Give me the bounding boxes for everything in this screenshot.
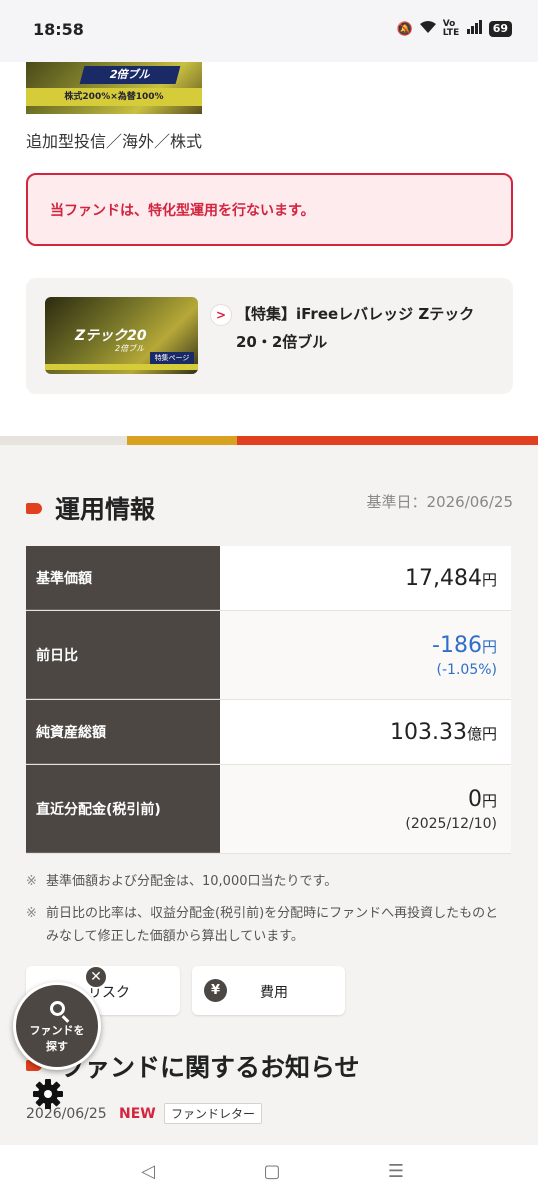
table-row: 直近分配金(税引前) 0円 (2025/12/10): [26, 765, 511, 854]
thumbnail-title: Zテック20: [75, 328, 147, 344]
close-icon[interactable]: ✕: [84, 965, 108, 989]
fab-label-line1: ファンドを: [29, 1024, 85, 1037]
notice-box: 当ファンドは、特化型運用を行ないます。: [26, 173, 513, 246]
section-marker-icon: [26, 503, 42, 514]
mute-icon: 🔕: [396, 21, 413, 37]
row-value: -186円: [432, 632, 497, 658]
status-time: 18:58: [33, 20, 84, 39]
row-label: 直近分配金(税引前): [26, 765, 220, 853]
news-category-tag[interactable]: ファンドレター: [164, 1103, 263, 1124]
cost-label: 費用: [260, 985, 288, 1001]
fund-category: 追加型投信／海外／株式: [26, 132, 203, 151]
wifi-icon: [419, 20, 437, 38]
signal-icon: [466, 20, 483, 38]
footnote: ※ 基準価額および分配金は、10,000口当たりです。: [26, 874, 338, 889]
feature-thumbnail: Zテック20 2倍ブル 特集ページ: [45, 297, 198, 374]
status-icons: 🔕 Vo LTE 69: [396, 19, 512, 38]
banner-subtitle: 株式200%×為替100%: [26, 88, 202, 106]
battery-icon: 69: [488, 21, 512, 37]
new-badge: NEW: [119, 1106, 156, 1122]
back-icon[interactable]: ◁: [136, 1161, 160, 1183]
fund-banner-image: 2倍ブル 株式200%×為替100%: [26, 62, 202, 114]
thumbnail-tag: 特集ページ: [150, 352, 194, 364]
volte-label: Vo LTE: [442, 19, 460, 38]
feature-link-card[interactable]: Zテック20 2倍ブル 特集ページ > 【特集】iFreeレバレッジ Zテック2…: [26, 278, 513, 394]
row-value: 103.33億円: [390, 719, 497, 745]
banner-badge: 2倍ブル: [79, 66, 181, 84]
footnote: ※ 前日比の比率は、収益分配金(税引前)を分配時にファンドへ再投資したものとみな…: [26, 906, 499, 944]
row-value: 17,484円: [405, 565, 497, 591]
recents-icon[interactable]: ☰: [384, 1161, 408, 1183]
fund-search-fab[interactable]: ファンドを 探す: [13, 982, 101, 1070]
table-row: 基準価額 17,484円: [26, 546, 511, 611]
notice-text: 当ファンドは、特化型運用を行ないます。: [50, 203, 315, 219]
yen-icon: ¥: [204, 979, 227, 1002]
fab-label-line2: 探す: [46, 1040, 68, 1053]
row-label: 前日比: [26, 611, 220, 699]
operation-info-table: 基準価額 17,484円 前日比 -186円 (-1.05%) 純資産総額 10…: [26, 546, 511, 854]
gear-icon[interactable]: [32, 1078, 64, 1110]
thumbnail-subtitle: 2倍ブル: [115, 344, 145, 353]
chevron-right-icon: >: [210, 304, 232, 326]
base-date: 基準日：2026/06/25: [366, 493, 513, 511]
row-subvalue: (2025/12/10): [405, 815, 497, 832]
row-value: 0円: [467, 786, 497, 812]
system-nav-bar: ◁ ▢ ☰: [0, 1145, 538, 1200]
home-icon[interactable]: ▢: [260, 1161, 284, 1183]
section-title: 運用情報: [55, 495, 156, 524]
cost-button[interactable]: ¥ 費用: [192, 966, 345, 1015]
table-row: 前日比 -186円 (-1.05%): [26, 611, 511, 700]
row-label: 純資産総額: [26, 700, 220, 764]
feature-title[interactable]: 【特集】iFreeレバレッジ Zテック20・2倍ブル: [236, 300, 506, 356]
row-label: 基準価額: [26, 546, 220, 610]
row-subvalue: (-1.05%): [436, 661, 497, 678]
section-divider-strip: [0, 436, 538, 445]
status-bar: 18:58 🔕 Vo LTE 69: [0, 0, 538, 62]
news-section-title: ファンドに関するお知らせ: [60, 1053, 360, 1082]
thumbnail-strip: [45, 364, 198, 370]
search-icon: [50, 1001, 65, 1016]
table-row: 純資産総額 103.33億円: [26, 700, 511, 765]
